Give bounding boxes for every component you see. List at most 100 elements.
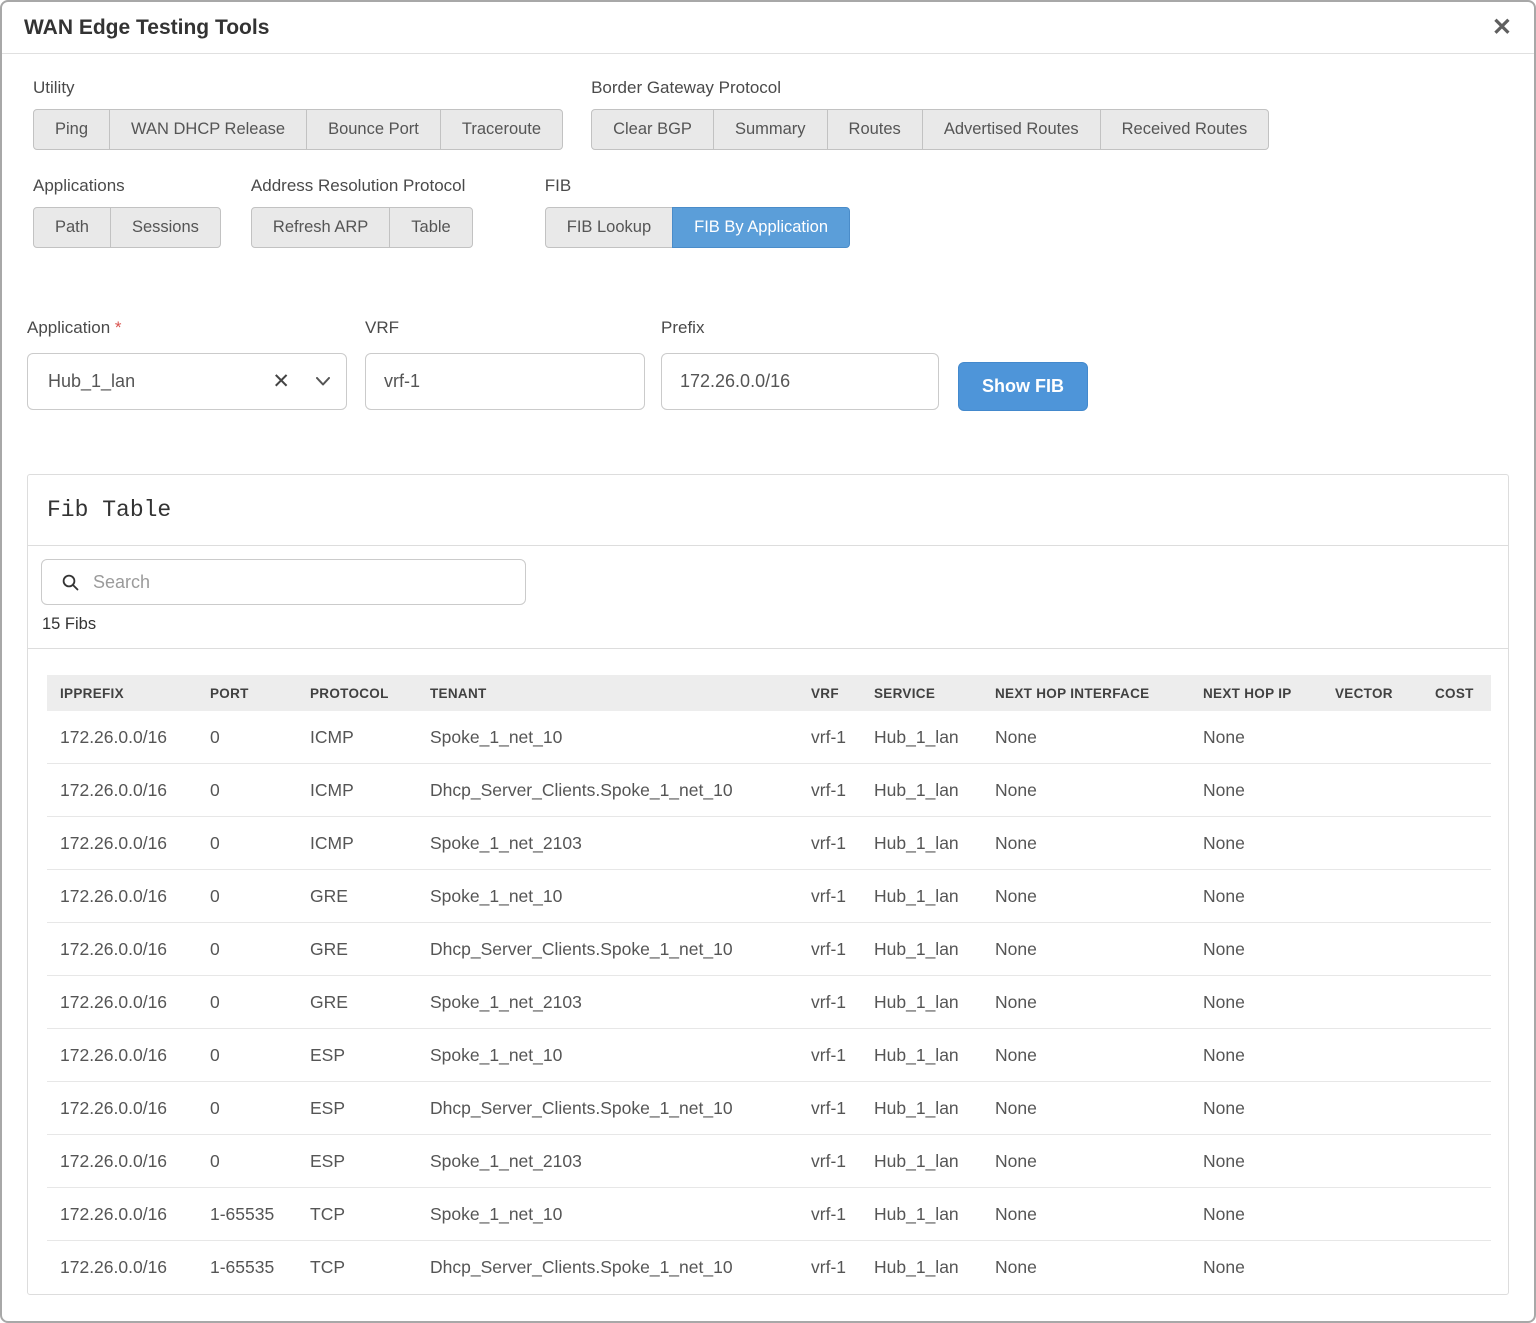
received-routes-button[interactable]: Received Routes <box>1100 109 1270 150</box>
vrf-input[interactable] <box>365 353 645 410</box>
table-row[interactable]: 172.26.0.0/161-65535TCPDhcp_Server_Clien… <box>47 1241 1491 1294</box>
application-select-value: Hub_1_lan <box>48 371 260 392</box>
bgp-routes-button[interactable]: Routes <box>827 109 923 150</box>
clear-icon[interactable]: ✕ <box>260 369 302 394</box>
dialog-content: Utility Ping WAN DHCP Release Bounce Por… <box>2 54 1534 1295</box>
table-cell: ICMP <box>310 780 430 801</box>
table-row[interactable]: 172.26.0.0/160GRESpoke_1_net_2103vrf-1Hu… <box>47 976 1491 1029</box>
column-header-next-hop-ip: NEXT HOP IP <box>1203 686 1335 701</box>
table-cell: None <box>1203 939 1335 960</box>
table-cell: Hub_1_lan <box>874 1151 995 1172</box>
table-cell: ESP <box>310 1151 430 1172</box>
table-cell: 0 <box>210 833 310 854</box>
sessions-button[interactable]: Sessions <box>110 207 221 248</box>
table-cell: 172.26.0.0/16 <box>60 1045 210 1066</box>
vrf-field: VRF <box>365 318 645 410</box>
table-cell: ESP <box>310 1098 430 1119</box>
table-cell: Hub_1_lan <box>874 833 995 854</box>
table-cell: Hub_1_lan <box>874 886 995 907</box>
prefix-field-label: Prefix <box>661 318 939 338</box>
fib-label: FIB <box>545 176 850 196</box>
table-cell: Hub_1_lan <box>874 992 995 1013</box>
search-input[interactable] <box>93 572 511 593</box>
table-cell: Dhcp_Server_Clients.Spoke_1_net_10 <box>430 780 811 801</box>
table-row[interactable]: 172.26.0.0/160GREDhcp_Server_Clients.Spo… <box>47 923 1491 976</box>
table-row[interactable]: 172.26.0.0/160ICMPDhcp_Server_Clients.Sp… <box>47 764 1491 817</box>
table-row[interactable]: 172.26.0.0/160ESPDhcp_Server_Clients.Spo… <box>47 1082 1491 1135</box>
table-cell: ICMP <box>310 727 430 748</box>
refresh-arp-button[interactable]: Refresh ARP <box>251 207 390 248</box>
table-cell: None <box>995 992 1203 1013</box>
bgp-summary-button[interactable]: Summary <box>713 109 828 150</box>
bounce-port-button[interactable]: Bounce Port <box>306 109 441 150</box>
chevron-down-icon[interactable] <box>302 377 330 386</box>
table-cell: 172.26.0.0/16 <box>60 833 210 854</box>
application-field-label: Application * <box>27 318 347 338</box>
clear-bgp-button[interactable]: Clear BGP <box>591 109 714 150</box>
show-fib-button[interactable]: Show FIB <box>958 362 1088 411</box>
search-box[interactable] <box>41 559 526 605</box>
bgp-buttons: Clear BGP Summary Routes Advertised Rout… <box>591 109 1269 150</box>
table-cell: vrf-1 <box>811 1151 874 1172</box>
applications-label: Applications <box>33 176 221 196</box>
utility-group: Utility Ping WAN DHCP Release Bounce Por… <box>33 78 563 150</box>
arp-label: Address Resolution Protocol <box>251 176 473 196</box>
traceroute-button[interactable]: Traceroute <box>440 109 563 150</box>
application-field: Application * Hub_1_lan ✕ <box>27 318 347 410</box>
column-header-cost: COST <box>1435 686 1491 701</box>
column-header-service: SERVICE <box>874 686 995 701</box>
advertised-routes-button[interactable]: Advertised Routes <box>922 109 1101 150</box>
column-header-vrf: VRF <box>811 686 874 701</box>
table-cell: ESP <box>310 1045 430 1066</box>
table-cell: vrf-1 <box>811 1204 874 1225</box>
table-cell: vrf-1 <box>811 886 874 907</box>
arp-table-button[interactable]: Table <box>389 207 472 248</box>
ping-button[interactable]: Ping <box>33 109 110 150</box>
path-button[interactable]: Path <box>33 207 111 248</box>
table-row[interactable]: 172.26.0.0/161-65535TCPSpoke_1_net_10vrf… <box>47 1188 1491 1241</box>
table-cell: None <box>995 939 1203 960</box>
table-cell: vrf-1 <box>811 1257 874 1278</box>
fib-lookup-button[interactable]: FIB Lookup <box>545 207 673 248</box>
table-row[interactable]: 172.26.0.0/160ICMPSpoke_1_net_2103vrf-1H… <box>47 817 1491 870</box>
fib-group: FIB FIB Lookup FIB By Application <box>545 176 850 248</box>
table-cell: None <box>995 780 1203 801</box>
column-header-vector: VECTOR <box>1335 686 1435 701</box>
table-cell: None <box>995 727 1203 748</box>
table-cell: None <box>995 1204 1203 1225</box>
table-row[interactable]: 172.26.0.0/160ICMPSpoke_1_net_10vrf-1Hub… <box>47 711 1491 764</box>
table-cell: Hub_1_lan <box>874 939 995 960</box>
applications-buttons: Path Sessions <box>33 207 221 248</box>
table-cell: 0 <box>210 727 310 748</box>
table-cell: TCP <box>310 1257 430 1278</box>
prefix-input[interactable] <box>661 353 939 410</box>
table-cell: 172.26.0.0/16 <box>60 1257 210 1278</box>
table-cell: vrf-1 <box>811 1098 874 1119</box>
arp-group: Address Resolution Protocol Refresh ARP … <box>251 176 473 248</box>
table-cell: vrf-1 <box>811 780 874 801</box>
table-cell: None <box>1203 727 1335 748</box>
table-row[interactable]: 172.26.0.0/160GRESpoke_1_net_10vrf-1Hub_… <box>47 870 1491 923</box>
table-cell: Spoke_1_net_2103 <box>430 833 811 854</box>
table-body: 172.26.0.0/160ICMPSpoke_1_net_10vrf-1Hub… <box>47 711 1491 1294</box>
tool-row-1: Utility Ping WAN DHCP Release Bounce Por… <box>33 78 1509 150</box>
table-cell: GRE <box>310 939 430 960</box>
table-cell: None <box>995 886 1203 907</box>
application-select[interactable]: Hub_1_lan ✕ <box>27 353 347 410</box>
table-row[interactable]: 172.26.0.0/160ESPSpoke_1_net_2103vrf-1Hu… <box>47 1135 1491 1188</box>
wan-dhcp-release-button[interactable]: WAN DHCP Release <box>109 109 307 150</box>
table-row[interactable]: 172.26.0.0/160ESPSpoke_1_net_10vrf-1Hub_… <box>47 1029 1491 1082</box>
table-cell: None <box>1203 1151 1335 1172</box>
table-cell: 0 <box>210 886 310 907</box>
close-icon[interactable]: ✕ <box>1492 16 1512 40</box>
column-header-next-hop-interface: NEXT HOP INTERFACE <box>995 686 1203 701</box>
required-asterisk: * <box>115 318 122 337</box>
table-cell: None <box>1203 1257 1335 1278</box>
table-cell: vrf-1 <box>811 833 874 854</box>
table-cell: None <box>995 1098 1203 1119</box>
fib-by-application-button[interactable]: FIB By Application <box>672 207 850 248</box>
table-cell: 172.26.0.0/16 <box>60 992 210 1013</box>
table-cell: None <box>1203 1098 1335 1119</box>
table-cell: Hub_1_lan <box>874 1098 995 1119</box>
search-icon <box>62 574 79 591</box>
